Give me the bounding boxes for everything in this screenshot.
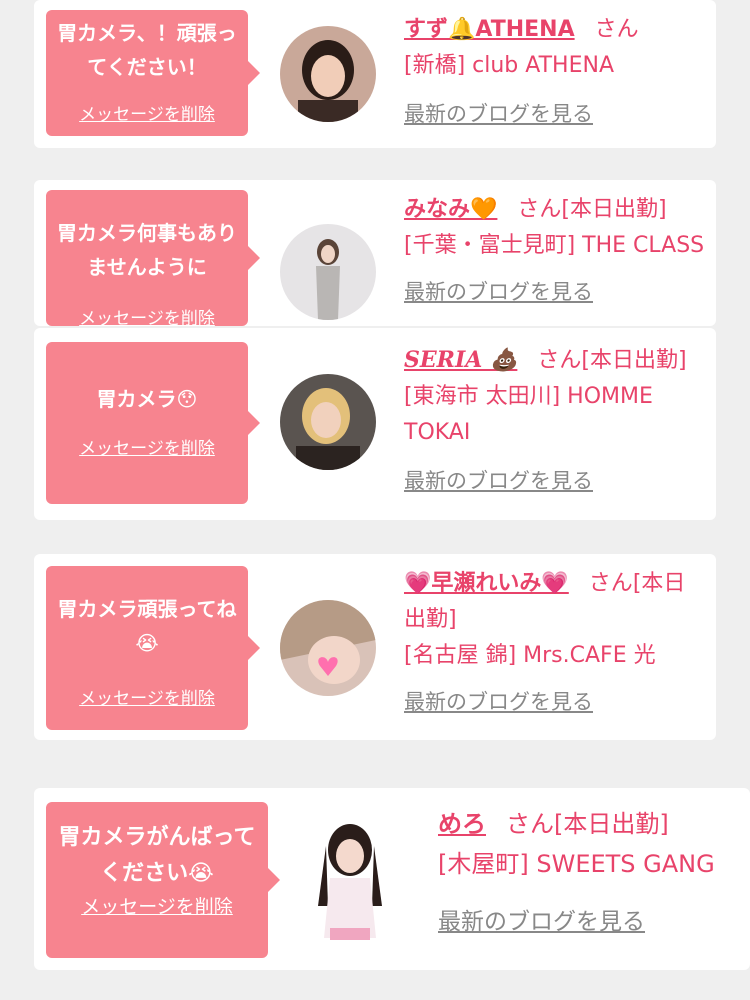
latest-blog-link[interactable]: 最新のブログを見る <box>438 902 645 936</box>
delete-message-link[interactable]: メッセージを削除 <box>46 434 248 459</box>
delete-message-link[interactable]: メッセージを削除 <box>46 892 268 919</box>
avatar[interactable] <box>280 224 376 320</box>
delete-message-link[interactable]: メッセージを削除 <box>46 304 248 326</box>
message-text: 胃カメラ😯 <box>96 387 198 411</box>
message-text: 胃カメラ頑張ってね😭 <box>57 597 237 655</box>
avatar[interactable] <box>280 374 376 470</box>
cast-info: 💗早瀬れいみ💗 さん[本日出勤] [名古屋 錦] Mrs.CAFE 光 最新のブロ… <box>404 566 704 716</box>
cast-name-link[interactable]: すず🔔ATHENA <box>404 17 575 42</box>
name-line: めろ さん[本日出勤] <box>438 804 748 844</box>
cast-name-link[interactable]: SERIA 💩 <box>404 347 517 373</box>
avatar[interactable] <box>300 806 400 956</box>
message-bubble: 胃カメラ何事もありませんように メッセージを削除 <box>46 190 260 326</box>
latest-blog-link[interactable]: 最新のブログを見る <box>404 465 593 495</box>
name-line: 💗早瀬れいみ💗 さん[本日出勤] <box>404 566 704 638</box>
woman-portrait-icon <box>300 806 400 956</box>
honorific: さん <box>588 571 633 596</box>
name-line: すず🔔ATHENA さん <box>404 12 704 48</box>
message-bubble: 胃カメラがんばってください😭 メッセージを削除 <box>46 802 280 958</box>
woman-portrait-icon <box>280 600 376 696</box>
cast-name-link[interactable]: めろ <box>438 810 486 838</box>
honorific: さん <box>506 810 554 838</box>
shop-name: [千葉・富士見町] THE CLASS <box>404 233 705 258</box>
message-text: 胃カメラがんばってください😭 <box>58 825 256 886</box>
cast-name-link[interactable]: みなみ🧡 <box>404 197 497 222</box>
message-text: 胃カメラ、！頑張ってください！ <box>57 21 237 79</box>
woman-portrait-icon <box>280 374 376 470</box>
avatar[interactable] <box>280 26 376 122</box>
cast-info: めろ さん[本日出勤] [木屋町] SWEETS GANG 最新のブログを見る <box>438 804 748 936</box>
latest-blog-link[interactable]: 最新のブログを見る <box>404 686 593 716</box>
cast-info: みなみ🧡 さん[本日出勤] [千葉・富士見町] THE CLASS 最新のブログを… <box>404 192 710 306</box>
status-label: [本日出勤] <box>561 197 667 222</box>
favorite-card: 胃カメラ頑張ってね😭 メッセージを削除 💗早瀬れいみ💗 さん[本日出勤] [名古屋… <box>34 554 716 740</box>
avatar[interactable] <box>280 600 376 696</box>
cast-name-link[interactable]: 💗早瀬れいみ💗 <box>404 571 569 596</box>
honorific: さん <box>537 348 582 373</box>
message-bubble: 胃カメラ頑張ってね😭 メッセージを削除 <box>46 566 260 730</box>
latest-blog-link[interactable]: 最新のブログを見る <box>404 276 593 306</box>
honorific: さん <box>517 197 562 222</box>
cast-info: すず🔔ATHENA さん [新橋] club ATHENA 最新のブログを見る <box>404 12 704 128</box>
name-line: SERIA 💩 さん[本日出勤] <box>404 342 710 379</box>
cast-info: SERIA 💩 さん[本日出勤] [東海市 太田川] HOMME TOKAI 最新… <box>404 342 710 495</box>
favorite-card: 胃カメラ、！頑張ってください！ メッセージを削除 すず🔔ATHENA さん [新橋… <box>34 0 716 148</box>
honorific: さん <box>594 17 639 42</box>
name-line: みなみ🧡 さん[本日出勤] <box>404 192 710 228</box>
message-text: 胃カメラ何事もありませんように <box>57 221 237 279</box>
shop-name: [東海市 太田川] HOMME TOKAI <box>404 384 653 445</box>
favorite-card: 胃カメラ何事もありませんように メッセージを削除 みなみ🧡 さん[本日出勤] [千… <box>34 180 716 326</box>
woman-portrait-icon <box>280 26 376 122</box>
message-bubble: 胃カメラ😯 メッセージを削除 <box>46 342 260 504</box>
favorite-card: 胃カメラがんばってください😭 メッセージを削除 めろ さん[本日出勤] [木屋町]… <box>34 788 750 970</box>
favorite-card: 胃カメラ😯 メッセージを削除 SERIA 💩 さん[本日出勤] [東海市 太田川]… <box>34 328 716 520</box>
latest-blog-link[interactable]: 最新のブログを見る <box>404 98 593 128</box>
status-label: [本日出勤] <box>554 810 669 838</box>
shop-name: [名古屋 錦] Mrs.CAFE 光 <box>404 643 656 668</box>
delete-message-link[interactable]: メッセージを削除 <box>46 100 248 125</box>
shop-name: [新橋] club ATHENA <box>404 53 614 78</box>
delete-message-link[interactable]: メッセージを削除 <box>46 684 248 709</box>
message-bubble: 胃カメラ、！頑張ってください！ メッセージを削除 <box>46 10 260 136</box>
shop-name: [木屋町] SWEETS GANG <box>438 850 715 878</box>
status-label: [本日出勤] <box>581 348 687 373</box>
woman-portrait-icon <box>280 224 376 320</box>
